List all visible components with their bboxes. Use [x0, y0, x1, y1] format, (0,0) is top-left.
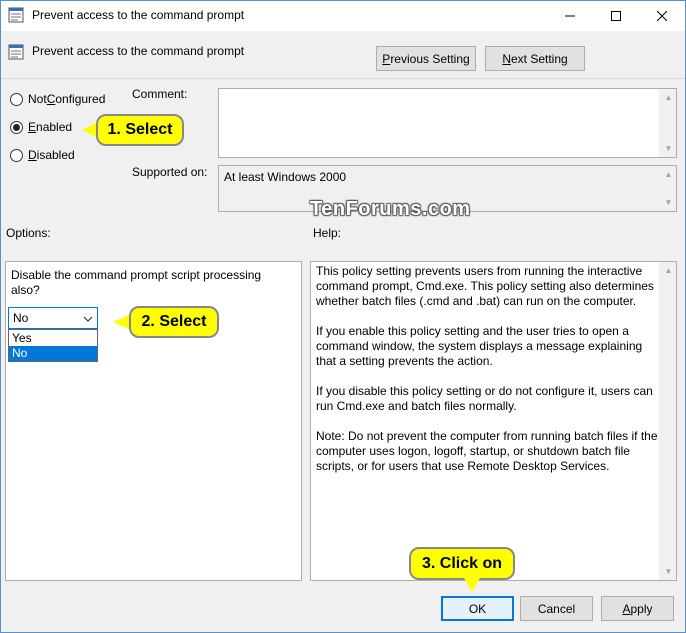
- radio-label-prefix: Not: [28, 92, 47, 106]
- help-label: Help:: [313, 226, 342, 240]
- next-setting-button[interactable]: Next Setting: [485, 46, 585, 71]
- button-label: ext Setting: [510, 51, 568, 66]
- button-label: pply: [630, 601, 653, 616]
- radio-enabled[interactable]: Enabled: [10, 118, 72, 136]
- radio-label: onfigured: [55, 92, 106, 106]
- radio-circle[interactable]: [10, 148, 23, 162]
- help-paragraph: If you disable this policy setting or do…: [316, 384, 653, 413]
- combobox-value: No: [13, 311, 29, 325]
- supported-on-value: At least Windows 2000: [224, 170, 347, 184]
- maximize-button[interactable]: [593, 1, 639, 30]
- callout-step-2: 2. Select: [129, 306, 219, 338]
- scroll-up-icon[interactable]: ▲: [660, 262, 677, 279]
- help-text: This policy setting prevents users from …: [316, 264, 661, 489]
- scroll-down-icon[interactable]: ▼: [660, 563, 677, 580]
- comment-scrollbar[interactable]: ▲ ▼: [659, 89, 676, 157]
- accelerator-key: C: [46, 92, 56, 106]
- apply-button[interactable]: Apply: [601, 596, 674, 621]
- ok-button[interactable]: OK: [441, 596, 514, 621]
- accelerator-key: P: [382, 51, 391, 66]
- close-icon: [657, 10, 667, 21]
- help-paragraph: Note: Do not prevent the computer from r…: [316, 429, 658, 473]
- dropdown-option-no[interactable]: No: [9, 346, 97, 361]
- dropdown-option-yes[interactable]: Yes: [9, 331, 97, 346]
- radio-not-configured[interactable]: Not Configured: [10, 90, 105, 108]
- header-divider: [1, 78, 685, 79]
- scroll-up-icon[interactable]: ▲: [660, 166, 677, 183]
- minimize-button[interactable]: [547, 1, 593, 30]
- callout-step-1: 1. Select: [96, 114, 184, 146]
- scroll-down-icon[interactable]: ▼: [660, 194, 677, 211]
- accelerator-key: E: [28, 120, 37, 134]
- accelerator-key: N: [502, 51, 511, 66]
- supported-on-label: Supported on:: [132, 165, 208, 179]
- cancel-button[interactable]: Cancel: [520, 596, 593, 621]
- radio-disabled[interactable]: Disabled: [10, 146, 75, 164]
- watermark: TenForums.com: [310, 198, 471, 220]
- policy-setting-icon: [8, 44, 24, 60]
- script-processing-combobox[interactable]: No: [8, 307, 98, 329]
- radio-label: isabled: [36, 148, 75, 162]
- minimize-icon: [565, 15, 575, 16]
- options-question: Disable the command prompt script proces…: [11, 268, 262, 297]
- scroll-up-icon[interactable]: ▲: [660, 89, 677, 106]
- radio-circle-selected[interactable]: [10, 120, 23, 134]
- comment-textarea[interactable]: ▲ ▼: [218, 88, 677, 158]
- window-title: Prevent access to the command prompt: [32, 8, 245, 22]
- button-label: revious Setting: [390, 51, 470, 66]
- help-paragraph: This policy setting prevents users from …: [316, 264, 654, 308]
- accelerator-key: A: [622, 601, 631, 616]
- scroll-down-icon[interactable]: ▼: [660, 140, 677, 157]
- radio-label: nabled: [36, 120, 73, 134]
- comment-label: Comment:: [132, 87, 188, 101]
- help-scrollbar[interactable]: ▲ ▼: [659, 262, 676, 580]
- callout-pointer: [464, 578, 480, 592]
- radio-circle[interactable]: [10, 92, 23, 106]
- help-paragraph: If you enable this policy setting and th…: [316, 324, 643, 368]
- policy-setting-icon: [8, 7, 24, 23]
- setting-name: Prevent access to the command prompt: [32, 44, 245, 58]
- previous-setting-button[interactable]: Previous Setting: [376, 46, 476, 71]
- options-label: Options:: [6, 226, 51, 240]
- accelerator-key: D: [28, 148, 37, 162]
- combobox-dropdown-list: Yes No: [8, 329, 98, 362]
- supported-scrollbar[interactable]: ▲ ▼: [659, 166, 676, 211]
- callout-step-3: 3. Click on: [409, 547, 515, 580]
- maximize-icon: [611, 10, 621, 21]
- close-button[interactable]: [639, 1, 685, 30]
- chevron-down-icon: [83, 316, 93, 322]
